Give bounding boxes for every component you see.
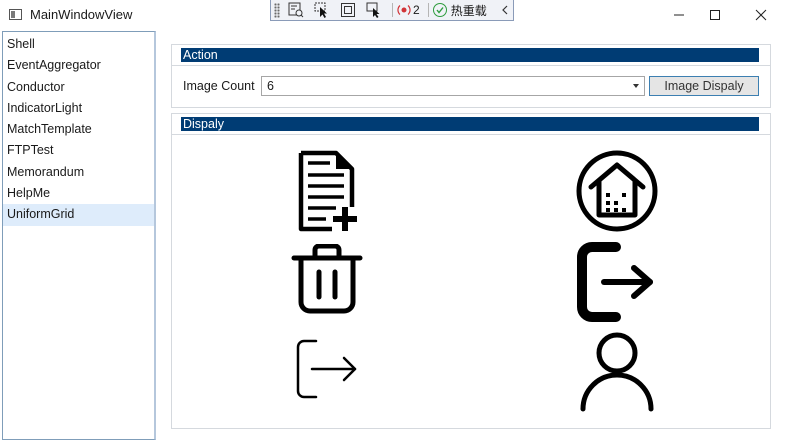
sidebar-item-memorandum[interactable]: Memorandum — [3, 162, 154, 183]
close-button[interactable] — [738, 0, 784, 30]
maximize-button[interactable] — [692, 0, 738, 30]
visual-tree-icon — [288, 2, 304, 18]
sidebar-item-helpme[interactable]: HelpMe — [3, 183, 154, 204]
dropdown-arrow-icon[interactable] — [633, 84, 639, 88]
track-focus-button[interactable] — [364, 1, 384, 20]
toolbar-separator — [427, 3, 429, 17]
hot-reload-label: 热重载 — [450, 3, 487, 18]
image-count-combobox[interactable]: 6 — [261, 76, 645, 96]
user-icon — [580, 332, 654, 412]
navigation-list[interactable]: Shell EventAggregator Conductor Indicato… — [2, 31, 156, 440]
display-group-header: Dispaly — [181, 117, 759, 131]
image-count-value: 6 — [267, 79, 274, 93]
home-circle-icon — [576, 150, 658, 232]
image-count-label: Image Count — [183, 79, 255, 93]
chevron-left-icon — [501, 5, 508, 15]
window-title: MainWindowView — [30, 7, 133, 22]
sidebar-item-indicatorlight[interactable]: IndicatorLight — [3, 98, 154, 119]
toolbar-grip[interactable] — [274, 2, 280, 18]
binding-error-icon — [397, 5, 411, 15]
collapse-toolbar-button[interactable] — [499, 2, 511, 18]
sidebar-item-matchtemplate[interactable]: MatchTemplate — [3, 119, 154, 140]
track-focus-icon — [366, 2, 380, 18]
sidebar-item-eventaggregator[interactable]: EventAggregator — [3, 55, 154, 76]
image-cell — [277, 239, 377, 319]
group-divider — [172, 65, 770, 66]
action-group: Action Image Count 6 Image Dispaly — [171, 44, 771, 108]
sidebar-item-ftptest[interactable]: FTPTest — [3, 140, 154, 161]
logout-bold-icon — [577, 242, 653, 322]
select-element-button[interactable] — [312, 1, 332, 20]
display-group: Dispaly — [171, 113, 771, 429]
main-content: Action Image Count 6 Image Dispaly Dispa… — [161, 31, 785, 440]
image-cell — [277, 329, 377, 409]
close-icon — [755, 9, 767, 21]
image-cell — [567, 239, 667, 325]
adorner-icon — [341, 3, 355, 17]
logout-thin-icon — [296, 339, 357, 399]
pointer-select-icon — [314, 2, 327, 18]
binding-errors-indicator[interactable]: 2 — [397, 3, 420, 17]
hot-reload-indicator[interactable]: 热重载 — [432, 2, 487, 19]
sidebar-item-shell[interactable]: Shell — [3, 34, 154, 55]
debug-toolbar: 2 热重载 — [270, 0, 514, 21]
app-icon — [9, 9, 22, 20]
group-divider — [172, 134, 770, 135]
image-cell — [567, 146, 667, 236]
error-count: 2 — [413, 3, 420, 17]
check-icon — [432, 3, 447, 17]
image-display-button[interactable]: Image Dispaly — [649, 76, 759, 96]
image-cell — [567, 329, 667, 415]
display-adorners-button[interactable] — [338, 1, 358, 20]
sidebar-item-conductor[interactable]: Conductor — [3, 77, 154, 98]
sidebar-item-uniformgrid[interactable]: UniformGrid — [3, 204, 154, 226]
image-cell — [277, 146, 377, 236]
live-tree-button[interactable] — [286, 1, 306, 20]
minimize-icon — [674, 14, 684, 16]
trash-icon — [291, 244, 363, 314]
action-group-header: Action — [181, 48, 759, 62]
add-document-icon — [298, 150, 357, 232]
toolbar-separator — [392, 3, 393, 17]
maximize-icon — [710, 10, 720, 20]
